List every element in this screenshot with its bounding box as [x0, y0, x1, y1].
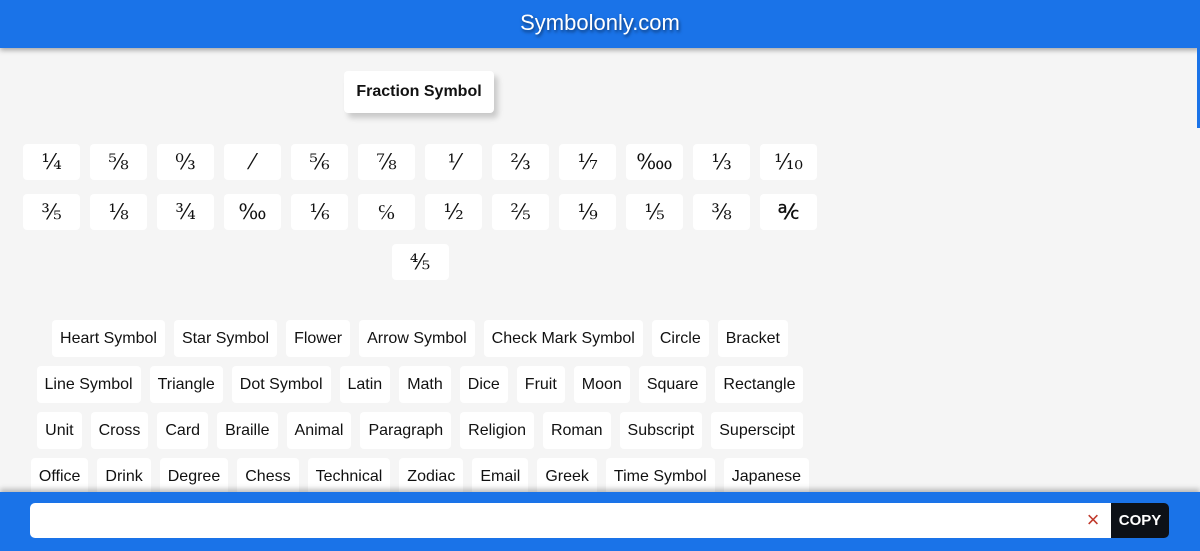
- symbol-button[interactable]: ℅: [358, 194, 415, 230]
- symbol-button[interactable]: ⅓: [693, 144, 750, 180]
- category-link[interactable]: Check Mark Symbol: [483, 320, 643, 357]
- symbol-button[interactable]: ⁄: [224, 144, 281, 180]
- category-link[interactable]: Office: [30, 458, 89, 495]
- category-link[interactable]: Roman: [542, 412, 611, 449]
- symbol-button[interactable]: ⅔: [492, 144, 549, 180]
- symbol-button[interactable]: ⅑: [559, 194, 616, 230]
- category-link[interactable]: Latin: [339, 366, 391, 403]
- symbol-grid: ¼ ⅝ ↉ ⁄ ⅚ ⅞ ⅟ ⅔ ⅐ ‱ ⅓ ⅒ ⅗ ⅛ ¾ ‰ ⅙ ℅ ½ ⅖ ⅑ ⅕ ⅜ ℀ ⅘: [20, 144, 820, 280]
- symbol-button[interactable]: ⅜: [693, 194, 750, 230]
- category-link[interactable]: Arrow Symbol: [359, 320, 475, 357]
- category-link[interactable]: Line Symbol: [36, 366, 141, 403]
- category-link[interactable]: Card: [157, 412, 209, 449]
- site-header: Symbolonly.com: [0, 0, 1200, 48]
- category-link[interactable]: Animal: [286, 412, 352, 449]
- category-link[interactable]: Superscipt: [711, 412, 803, 449]
- copy-button[interactable]: COPY: [1111, 503, 1169, 538]
- symbol-button[interactable]: ¾: [157, 194, 214, 230]
- symbol-button[interactable]: ‰: [224, 194, 281, 230]
- category-link[interactable]: Japanese: [723, 458, 810, 495]
- symbol-button[interactable]: ⅟: [425, 144, 482, 180]
- category-link[interactable]: Religion: [460, 412, 534, 449]
- category-link[interactable]: Rectangle: [715, 366, 804, 403]
- category-link[interactable]: Degree: [159, 458, 229, 495]
- symbol-button[interactable]: ‱: [626, 144, 683, 180]
- category-link[interactable]: Moon: [573, 366, 630, 403]
- symbol-button[interactable]: ↉: [157, 144, 214, 180]
- symbol-button[interactable]: ⅙: [291, 194, 348, 230]
- clear-icon[interactable]: ×: [1083, 509, 1103, 531]
- category-link[interactable]: Heart Symbol: [52, 320, 165, 357]
- symbol-input-wrapper: ×: [30, 503, 1111, 538]
- category-link[interactable]: Circle: [651, 320, 709, 357]
- category-link[interactable]: Subscript: [619, 412, 703, 449]
- category-link[interactable]: Flower: [286, 320, 351, 357]
- symbol-button[interactable]: ⅚: [291, 144, 348, 180]
- symbol-button[interactable]: ⅝: [90, 144, 147, 180]
- category-link[interactable]: Bracket: [717, 320, 788, 357]
- symbol-button[interactable]: ⅒: [760, 144, 817, 180]
- symbol-button[interactable]: ⅞: [358, 144, 415, 180]
- category-link[interactable]: Unit: [37, 412, 82, 449]
- site-title[interactable]: Symbolonly.com: [520, 10, 680, 36]
- category-link[interactable]: Dice: [459, 366, 508, 403]
- category-link[interactable]: Zodiac: [399, 458, 464, 495]
- symbol-button[interactable]: ½: [425, 194, 482, 230]
- category-link[interactable]: Square: [638, 366, 707, 403]
- symbol-button[interactable]: ⅗: [23, 194, 80, 230]
- category-link[interactable]: Fruit: [516, 366, 565, 403]
- category-link[interactable]: Triangle: [149, 366, 223, 403]
- category-link[interactable]: Time Symbol: [605, 458, 715, 495]
- category-link[interactable]: Math: [399, 366, 451, 403]
- category-link[interactable]: Chess: [237, 458, 299, 495]
- category-link[interactable]: Drink: [97, 458, 151, 495]
- symbol-button[interactable]: ⅕: [626, 194, 683, 230]
- category-link[interactable]: Braille: [217, 412, 278, 449]
- symbol-button[interactable]: ¼: [23, 144, 80, 180]
- category-link[interactable]: Dot Symbol: [231, 366, 331, 403]
- symbol-input[interactable]: [30, 503, 1070, 538]
- category-link[interactable]: Cross: [90, 412, 149, 449]
- category-link[interactable]: Paragraph: [360, 412, 452, 449]
- symbol-button[interactable]: ⅘: [391, 244, 449, 280]
- symbol-button[interactable]: ℀: [760, 194, 817, 230]
- category-link[interactable]: Greek: [537, 458, 597, 495]
- category-links: Heart Symbol Star Symbol Flower Arrow Symbo…: [30, 320, 810, 495]
- symbol-button[interactable]: ⅖: [492, 194, 549, 230]
- symbol-button[interactable]: ⅛: [90, 194, 147, 230]
- section-title: Fraction Symbol: [344, 71, 494, 113]
- category-link[interactable]: Email: [472, 458, 529, 495]
- symbol-button[interactable]: ⅐: [559, 144, 616, 180]
- category-link[interactable]: Star Symbol: [173, 320, 278, 357]
- category-link[interactable]: Technical: [307, 458, 391, 495]
- copy-bar: × COPY: [0, 492, 1200, 551]
